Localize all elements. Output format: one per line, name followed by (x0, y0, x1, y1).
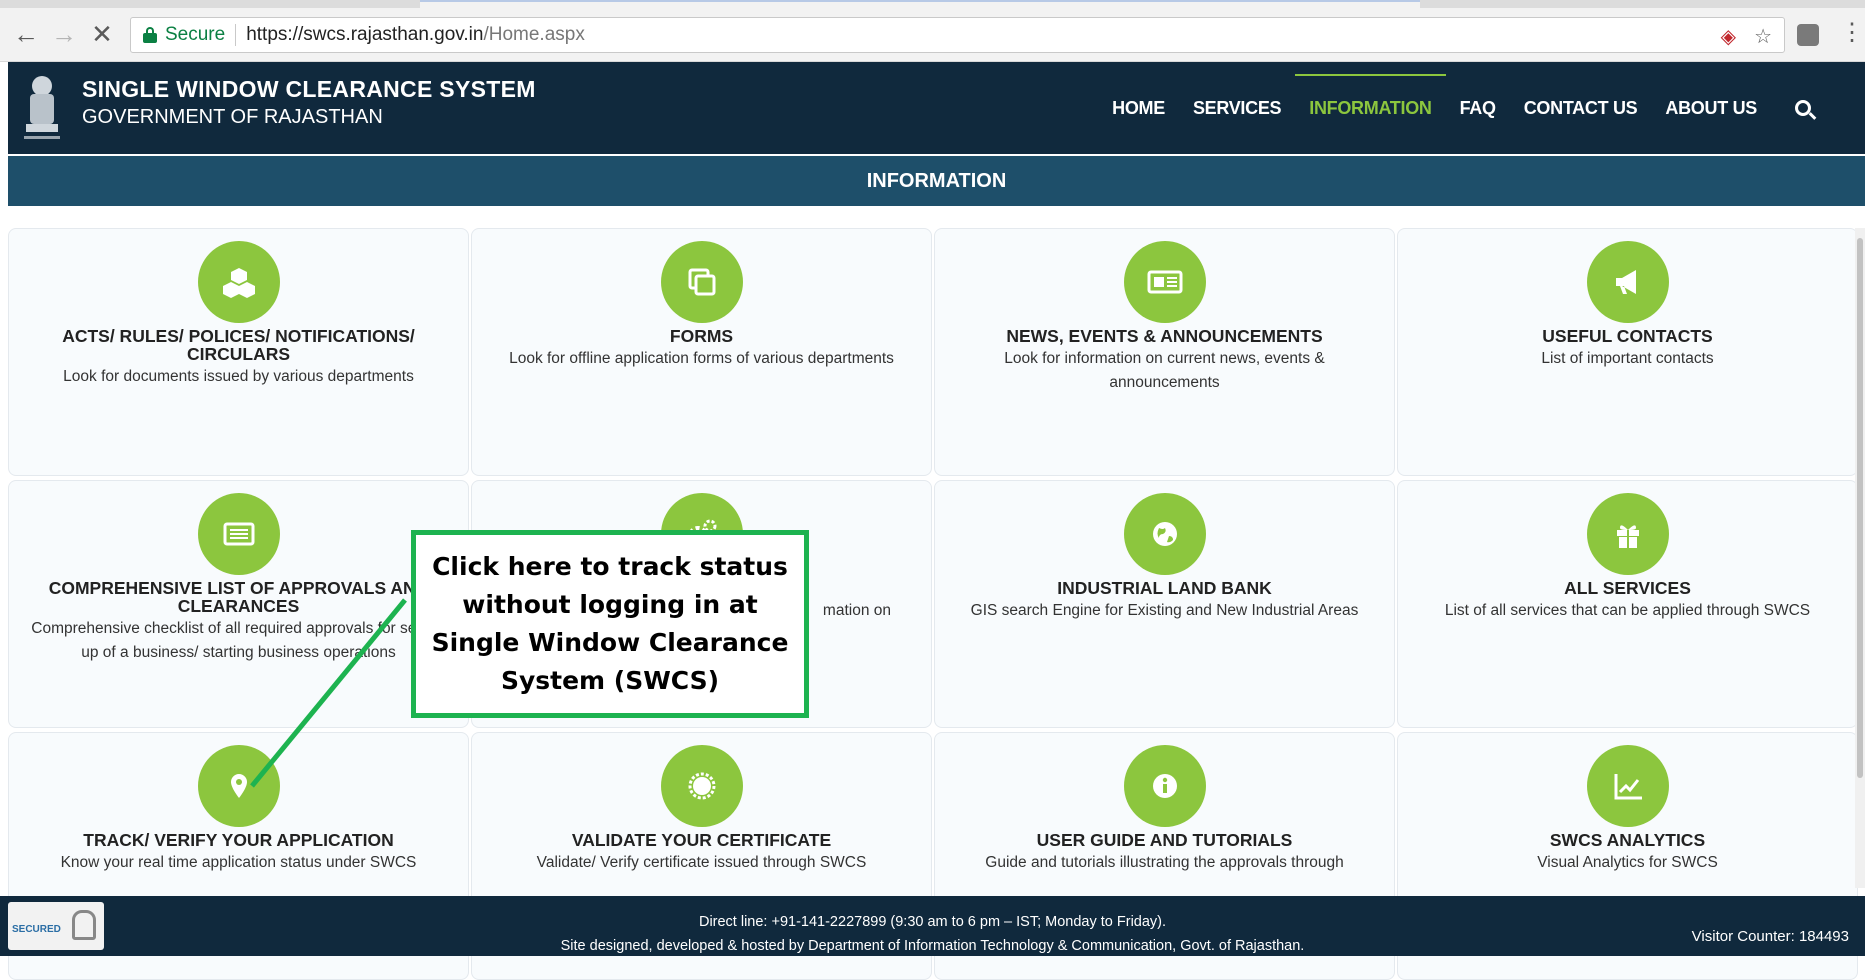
active-tab[interactable] (420, 0, 1420, 8)
card-comprehensive-list[interactable]: COMPREHENSIVE LIST OF APPROVALS AND CLEA… (8, 480, 469, 728)
annotation-callout: Click here to track status without loggi… (411, 530, 809, 718)
bullhorn-icon (1586, 241, 1669, 323)
url-host: https://swcs.rajasthan.gov.in (246, 24, 484, 45)
card-industrial-land-bank[interactable]: INDUSTRIAL LAND BANK GIS search Engine f… (934, 480, 1395, 728)
site-footer: SECURED Direct line: +91-141-2227899 (9:… (0, 896, 1865, 956)
card-title: COMPREHENSIVE LIST OF APPROVALS AND CLEA… (48, 578, 429, 616)
extension-icon[interactable] (1797, 24, 1819, 46)
main-nav: HOME SERVICES INFORMATION FAQ CONTACT US… (1098, 62, 1825, 154)
card-title: ALL SERVICES (1564, 578, 1691, 598)
nav-home[interactable]: HOME (1098, 62, 1179, 154)
forward-icon[interactable]: → (50, 19, 78, 49)
card-title: USER GUIDE AND TUTORIALS (1036, 830, 1293, 850)
bookmark-star-icon[interactable]: ☆ (1754, 24, 1772, 49)
copy-icon (660, 241, 743, 323)
card-forms[interactable]: FORMS Look for offline application forms… (471, 228, 932, 476)
site-subtitle: GOVERNMENT OF RAJASTHAN (82, 106, 383, 128)
callout-text: Click here to track status without loggi… (431, 552, 789, 695)
site-title[interactable]: SINGLE WINDOW CLEARANCE SYSTEM (82, 76, 536, 103)
nav-search[interactable] (1771, 62, 1825, 154)
emblem-icon[interactable] (20, 72, 64, 144)
card-description: Comprehensive checklist of all required … (31, 620, 446, 661)
globe-icon (1123, 493, 1206, 575)
nav-information[interactable]: INFORMATION (1295, 62, 1446, 154)
url-path: /Home.aspx (483, 24, 585, 45)
card-title: SWCS ANALYTICS (1549, 830, 1706, 850)
card-description: GIS search Engine for Existing and New I… (970, 602, 1359, 619)
card-title: TRACK/ VERIFY YOUR APPLICATION (83, 830, 394, 850)
card-news-events[interactable]: NEWS, EVENTS & ANNOUNCEMENTS Look for in… (934, 228, 1395, 476)
tab-strip (0, 0, 1865, 8)
card-description: Look for information on current news, ev… (1004, 350, 1325, 391)
browser-chrome: ← → ✕ Secure https://swcs.rajasthan.gov.… (0, 0, 1865, 62)
card-title: NEWS, EVENTS & ANNOUNCEMENTS (1006, 326, 1323, 346)
secure-label: Secure (165, 24, 226, 45)
nav-about-us[interactable]: ABOUT US (1651, 62, 1771, 154)
map-marker-icon (197, 745, 280, 827)
card-description: Know your real time application status u… (60, 854, 417, 871)
card-description: Visual Analytics for SWCS (1537, 854, 1718, 871)
search-icon[interactable] (1795, 100, 1811, 116)
footer-direct-line: Direct line: +91-141-2227899 (9:30 am to… (698, 914, 1167, 930)
gift-icon (1586, 493, 1669, 575)
section-title: INFORMATION (866, 169, 1007, 192)
card-description: List of important contacts (1541, 350, 1714, 367)
certificate-icon (660, 745, 743, 827)
card-title: USEFUL CONTACTS (1542, 326, 1713, 346)
info-icon (1123, 745, 1206, 827)
section-title-bar: INFORMATION (8, 156, 1865, 206)
card-title: INDUSTRIAL LAND BANK (1057, 578, 1272, 598)
nav-contact-us[interactable]: CONTACT US (1510, 62, 1652, 154)
card-description: Look for offline application forms of va… (509, 350, 894, 367)
card-title: ACTS/ RULES/ POLICES/ NOTIFICATIONS/ CIR… (62, 326, 415, 364)
card-acts-rules[interactable]: ACTS/ RULES/ POLICES/ NOTIFICATIONS/ CIR… (8, 228, 469, 476)
card-useful-contacts[interactable]: USEFUL CONTACTS List of important contac… (1397, 228, 1858, 476)
card-title: FORMS (669, 326, 734, 346)
lock-icon (143, 27, 157, 43)
page-scrollbar[interactable] (1855, 228, 1865, 888)
footer-credits: Site designed, developed & hosted by Dep… (560, 938, 1305, 954)
card-title: VALIDATE YOUR CERTIFICATE (571, 830, 832, 850)
omnibox-divider (235, 24, 237, 46)
nav-services[interactable]: SERVICES (1179, 62, 1295, 154)
site-settings-icon[interactable]: ◈ (1721, 24, 1736, 49)
card-all-services[interactable]: ALL SERVICES List of all services that c… (1397, 480, 1858, 728)
back-icon[interactable]: ← (12, 19, 40, 49)
newspaper-icon (1123, 241, 1206, 323)
scrollbar-thumb[interactable] (1857, 238, 1863, 778)
card-description: List of all services that can be applied… (1444, 602, 1811, 619)
list-icon (197, 493, 280, 575)
site-header: SINGLE WINDOW CLEARANCE SYSTEM GOVERNMEN… (8, 62, 1865, 154)
cubes-icon (197, 241, 280, 323)
stop-icon[interactable]: ✕ (88, 19, 116, 49)
card-description: Guide and tutorials illustrating the app… (985, 854, 1344, 871)
nav-faq[interactable]: FAQ (1446, 62, 1510, 154)
address-bar[interactable]: Secure https://swcs.rajasthan.gov.in /Ho… (130, 17, 1785, 53)
chart-icon (1586, 745, 1669, 827)
menu-kebab-icon[interactable]: ⋮ (1840, 18, 1864, 47)
card-description: Look for documents issued by various dep… (63, 368, 414, 385)
card-description: Validate/ Verify certificate issued thro… (536, 854, 867, 871)
visitor-counter: Visitor Counter: 184493 (1691, 928, 1849, 945)
